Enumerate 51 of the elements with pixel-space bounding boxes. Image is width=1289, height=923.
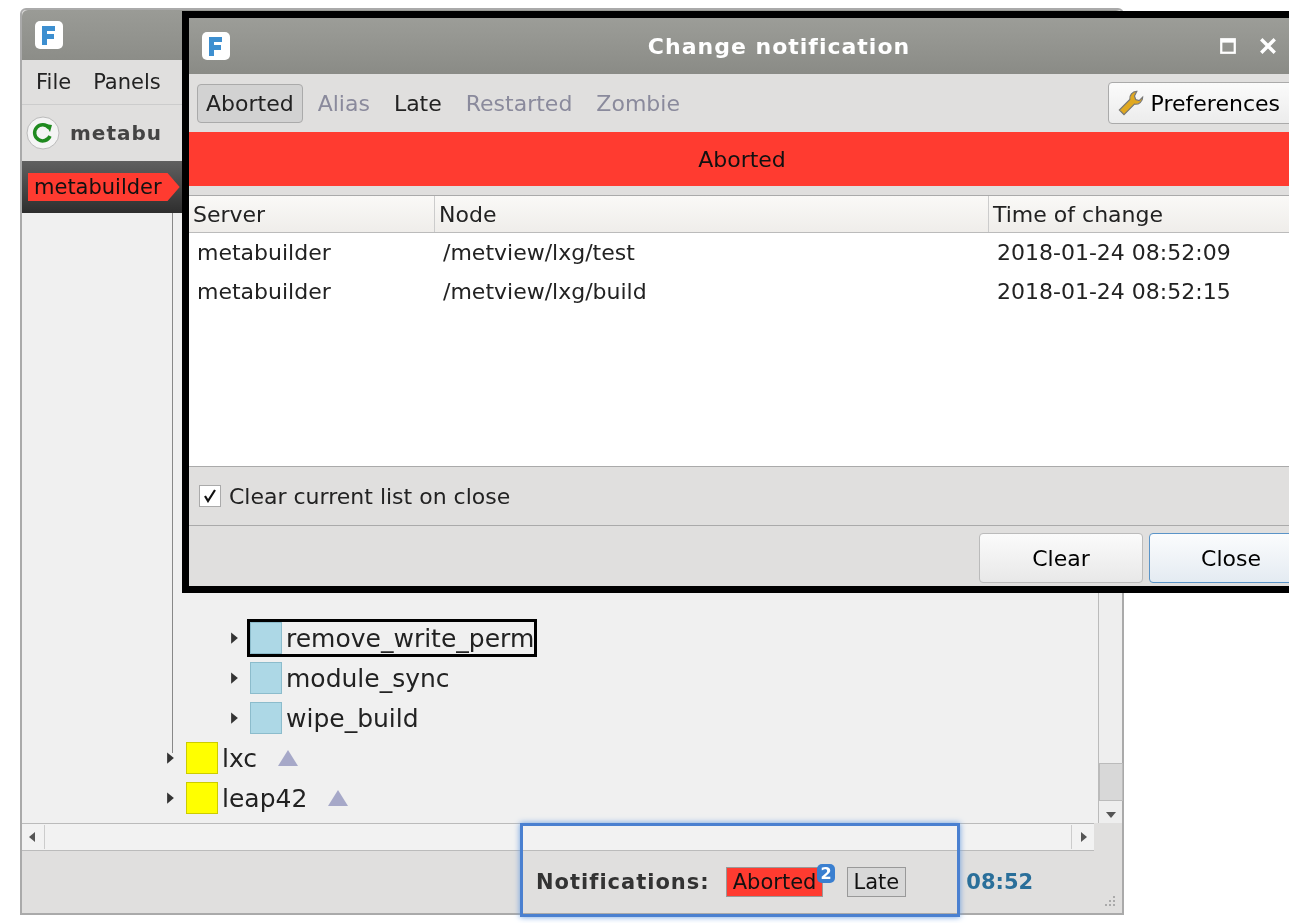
resize-grip-icon[interactable]	[1102, 895, 1116, 909]
server-tab[interactable]: metabuilder	[28, 173, 180, 201]
scrollbar-thumb[interactable]	[1098, 763, 1123, 801]
menu-item[interactable]: Panels	[93, 70, 161, 94]
tree-node[interactable]: wipe_build	[247, 699, 422, 737]
tree-node[interactable]: lxc	[183, 739, 261, 777]
clock-time: 08:52	[966, 870, 1034, 894]
app-logo-icon	[201, 31, 231, 61]
expand-arrow-icon[interactable]	[166, 751, 175, 765]
filter-tab[interactable]: Aborted	[197, 83, 303, 123]
checkmark-icon	[203, 489, 217, 503]
wrench-icon	[1116, 89, 1145, 117]
table-cell-text: metabuilder	[196, 279, 332, 304]
table-cell-text: /metview/lxg/test	[442, 240, 636, 265]
scroll-down-arrow-icon[interactable]	[1104, 811, 1117, 819]
scroll-right-arrow-icon[interactable]	[1080, 831, 1088, 843]
column-header[interactable]: Server	[189, 196, 435, 232]
dialog-button[interactable]: Close	[1149, 533, 1289, 583]
tree-node[interactable]: module_sync	[247, 659, 453, 697]
triangle-icon	[278, 750, 299, 766]
close-icon[interactable]	[1259, 37, 1277, 55]
expand-arrow-icon[interactable]	[230, 711, 239, 725]
menu-item[interactable]: File	[36, 70, 72, 94]
count-badge: 2	[817, 863, 835, 883]
server-name: metabu	[70, 121, 162, 145]
table-cell-text: /metview/lxg/build	[442, 279, 648, 304]
column-header[interactable]: Node	[435, 196, 989, 232]
preferences-button[interactable]: Preferences	[1107, 82, 1289, 124]
expand-arrow-icon[interactable]	[230, 671, 239, 685]
column-header[interactable]: Time of change	[989, 196, 1289, 232]
triangle-icon	[328, 790, 349, 806]
dialog-button[interactable]: Clear	[979, 533, 1143, 583]
table-cell-text: 2018-01-24 08:52:09	[996, 240, 1232, 265]
table-cell-text: 2018-01-24 08:52:15	[996, 279, 1232, 304]
horizontal-scrollbar[interactable]	[22, 823, 1094, 851]
checkbox-label: Clear current list on close	[229, 483, 511, 509]
checkbox[interactable]	[199, 485, 221, 507]
tree-node[interactable]: remove_write_perm	[247, 619, 538, 657]
expand-arrow-icon[interactable]	[166, 791, 175, 805]
expand-arrow-icon[interactable]	[230, 631, 239, 645]
notifications-label: Notifications:	[536, 870, 710, 894]
filter-tab[interactable]: Late	[384, 83, 451, 123]
status-banner: Aborted	[189, 132, 1289, 186]
refresh-icon[interactable]	[26, 116, 60, 150]
scroll-left-arrow-icon[interactable]	[28, 831, 36, 843]
table-cell-text: metabuilder	[196, 240, 332, 265]
window-title: Change notification	[646, 33, 912, 59]
notification-button[interactable]: Late	[846, 867, 907, 897]
tree-node[interactable]: leap42	[183, 779, 311, 817]
app-logo-icon	[34, 20, 64, 50]
maximize-icon[interactable]	[1219, 37, 1237, 55]
